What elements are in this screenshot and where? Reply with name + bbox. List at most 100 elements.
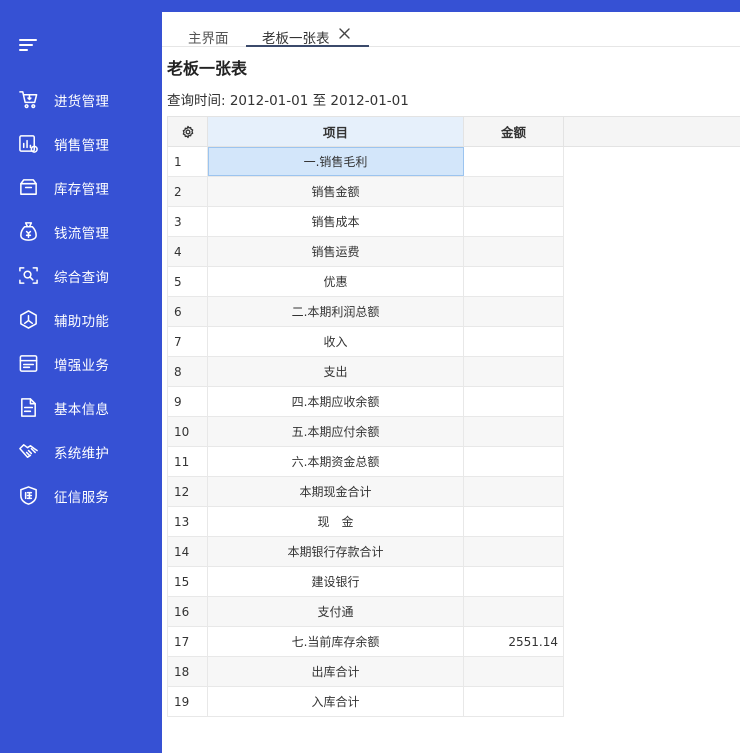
sidebar-item-enhanced[interactable]: 增强业务: [0, 342, 162, 386]
date-to: 2012-01-01: [330, 93, 409, 109]
table-row[interactable]: 3 销售成本: [167, 207, 564, 237]
row-number: 18: [167, 657, 208, 686]
sidebar-item-purchase[interactable]: 进货管理: [0, 78, 162, 122]
table-row[interactable]: 8 支出: [167, 357, 564, 387]
row-number: 4: [167, 237, 208, 266]
tab-bar: 主界面 老板一张表: [162, 12, 740, 47]
row-amount-cell[interactable]: [464, 237, 564, 266]
row-item-cell[interactable]: 本期银行存款合计: [208, 537, 464, 566]
row-amount-cell[interactable]: [464, 327, 564, 356]
sidebar-item-label: 钱流管理: [54, 226, 110, 242]
row-amount-cell[interactable]: [464, 687, 564, 716]
handshake-icon: [19, 444, 38, 458]
table-row[interactable]: 12 本期现金合计: [167, 477, 564, 507]
row-amount-cell[interactable]: [464, 297, 564, 326]
row-item-cell[interactable]: 一.销售毛利: [208, 147, 464, 176]
table-row[interactable]: 4 销售运费: [167, 237, 564, 267]
sidebar-item-credit[interactable]: 征信服务: [0, 474, 162, 518]
row-item-cell[interactable]: 出库合计: [208, 657, 464, 686]
money-bag-icon: [20, 222, 37, 241]
table-row[interactable]: 15 建设银行: [167, 567, 564, 597]
sidebar-item-label: 综合查询: [54, 270, 110, 286]
sidebar-item-basic-info[interactable]: 基本信息: [0, 386, 162, 430]
table-row[interactable]: 19 入库合计: [167, 687, 564, 717]
top-header-bar: [162, 0, 740, 12]
row-item-cell[interactable]: 现 金: [208, 507, 464, 536]
row-item-cell[interactable]: 本期现金合计: [208, 477, 464, 506]
row-item-cell[interactable]: 五.本期应付余额: [208, 417, 464, 446]
row-item-cell[interactable]: 入库合计: [208, 687, 464, 716]
row-item-cell[interactable]: 支出: [208, 357, 464, 386]
row-item-cell[interactable]: 建设银行: [208, 567, 464, 596]
date-from: 2012-01-01: [229, 93, 309, 109]
table-row[interactable]: 1 一.销售毛利: [167, 147, 564, 177]
row-amount-cell[interactable]: [464, 657, 564, 686]
row-amount-cell[interactable]: [464, 357, 564, 386]
sidebar-item-aux[interactable]: 辅助功能: [0, 298, 162, 342]
table-row[interactable]: 11 六.本期资金总额: [167, 447, 564, 477]
cart-icon: [19, 91, 38, 109]
row-amount-cell[interactable]: [464, 147, 564, 176]
row-number: 12: [167, 477, 208, 506]
row-item-cell[interactable]: 收入: [208, 327, 464, 356]
row-amount-cell[interactable]: [464, 177, 564, 206]
row-item-cell[interactable]: 销售成本: [208, 207, 464, 236]
row-number: 19: [167, 687, 208, 716]
row-item-cell[interactable]: 销售金额: [208, 177, 464, 206]
row-number: 3: [167, 207, 208, 236]
table-row[interactable]: 18 出库合计: [167, 657, 564, 687]
row-amount-cell[interactable]: [464, 537, 564, 566]
table-row[interactable]: 2 销售金额: [167, 177, 564, 207]
row-amount-cell[interactable]: [464, 207, 564, 236]
table-row[interactable]: 10 五.本期应付余额: [167, 417, 564, 447]
sidebar-item-label: 基本信息: [54, 402, 110, 418]
row-number: 8: [167, 357, 208, 386]
sidebar-item-sales[interactable]: 销售管理: [0, 122, 162, 166]
close-icon[interactable]: [339, 28, 350, 39]
row-number: 11: [167, 447, 208, 476]
box-icon: [20, 179, 37, 195]
table-row[interactable]: 16 支付通: [167, 597, 564, 627]
tab-main[interactable]: 主界面: [188, 27, 229, 47]
row-amount-cell[interactable]: [464, 477, 564, 506]
sidebar-item-query[interactable]: 综合查询: [0, 254, 162, 298]
table-row[interactable]: 17 七.当前库存余额 2551.14: [167, 627, 564, 657]
column-settings[interactable]: [167, 116, 208, 147]
row-item-cell[interactable]: 六.本期资金总额: [208, 447, 464, 476]
row-number: 6: [167, 297, 208, 326]
column-header-item[interactable]: 项目: [208, 116, 464, 147]
row-number: 2: [167, 177, 208, 206]
row-item-cell[interactable]: 销售运费: [208, 237, 464, 266]
row-number: 14: [167, 537, 208, 566]
sidebar-item-cashflow[interactable]: 钱流管理: [0, 210, 162, 254]
row-item-cell[interactable]: 优惠: [208, 267, 464, 296]
row-amount-cell[interactable]: [464, 417, 564, 446]
row-item-cell[interactable]: 四.本期应收余额: [208, 387, 464, 416]
tab-boss-report[interactable]: 老板一张表: [262, 27, 330, 47]
table-row[interactable]: 14 本期银行存款合计: [167, 537, 564, 567]
row-item-cell[interactable]: 二.本期利润总额: [208, 297, 464, 326]
page-title: 老板一张表: [167, 59, 248, 78]
table-row[interactable]: 5 优惠: [167, 267, 564, 297]
table-row[interactable]: 6 二.本期利润总额: [167, 297, 564, 327]
row-amount-cell[interactable]: [464, 567, 564, 596]
sidebar-item-maintenance[interactable]: 系统维护: [0, 430, 162, 474]
table-row[interactable]: 9 四.本期应收余额: [167, 387, 564, 417]
menu-toggle-icon[interactable]: [19, 39, 37, 51]
row-amount-cell[interactable]: [464, 597, 564, 626]
row-item-cell[interactable]: 七.当前库存余额: [208, 627, 464, 656]
sidebar-item-inventory[interactable]: 库存管理: [0, 166, 162, 210]
table-row[interactable]: 13 现 金: [167, 507, 564, 537]
row-number: 1: [167, 147, 208, 176]
row-amount-cell[interactable]: [464, 387, 564, 416]
row-amount-cell[interactable]: [464, 507, 564, 536]
row-number: 7: [167, 327, 208, 356]
row-amount-cell[interactable]: [464, 267, 564, 296]
gear-icon: [182, 125, 193, 138]
table-row[interactable]: 7 收入: [167, 327, 564, 357]
column-header-amount[interactable]: 金额: [464, 116, 564, 147]
active-tab-indicator: [246, 45, 369, 47]
row-amount-cell[interactable]: 2551.14: [464, 627, 564, 656]
row-item-cell[interactable]: 支付通: [208, 597, 464, 626]
row-amount-cell[interactable]: [464, 447, 564, 476]
